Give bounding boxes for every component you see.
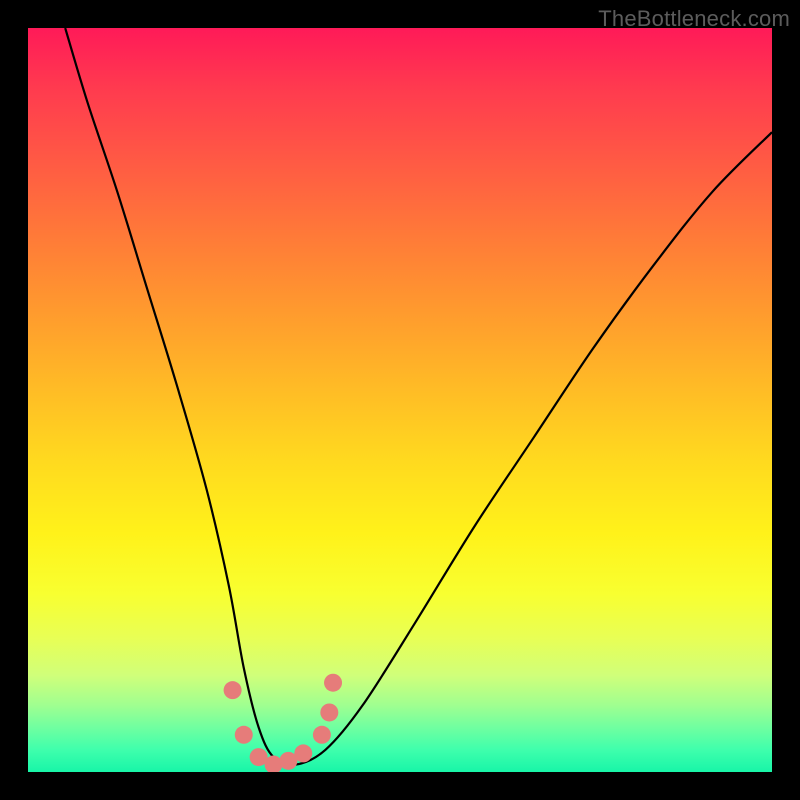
marker-dot (224, 681, 242, 699)
watermark-text: TheBottleneck.com (598, 6, 790, 32)
plot-area (28, 28, 772, 772)
marker-dot (313, 726, 331, 744)
marker-layer (28, 28, 772, 772)
marker-dot (320, 703, 338, 721)
marker-dot (294, 744, 312, 762)
chart-frame: TheBottleneck.com (0, 0, 800, 800)
optimal-range-dots (224, 674, 342, 772)
marker-dot (235, 726, 253, 744)
marker-dot (324, 674, 342, 692)
